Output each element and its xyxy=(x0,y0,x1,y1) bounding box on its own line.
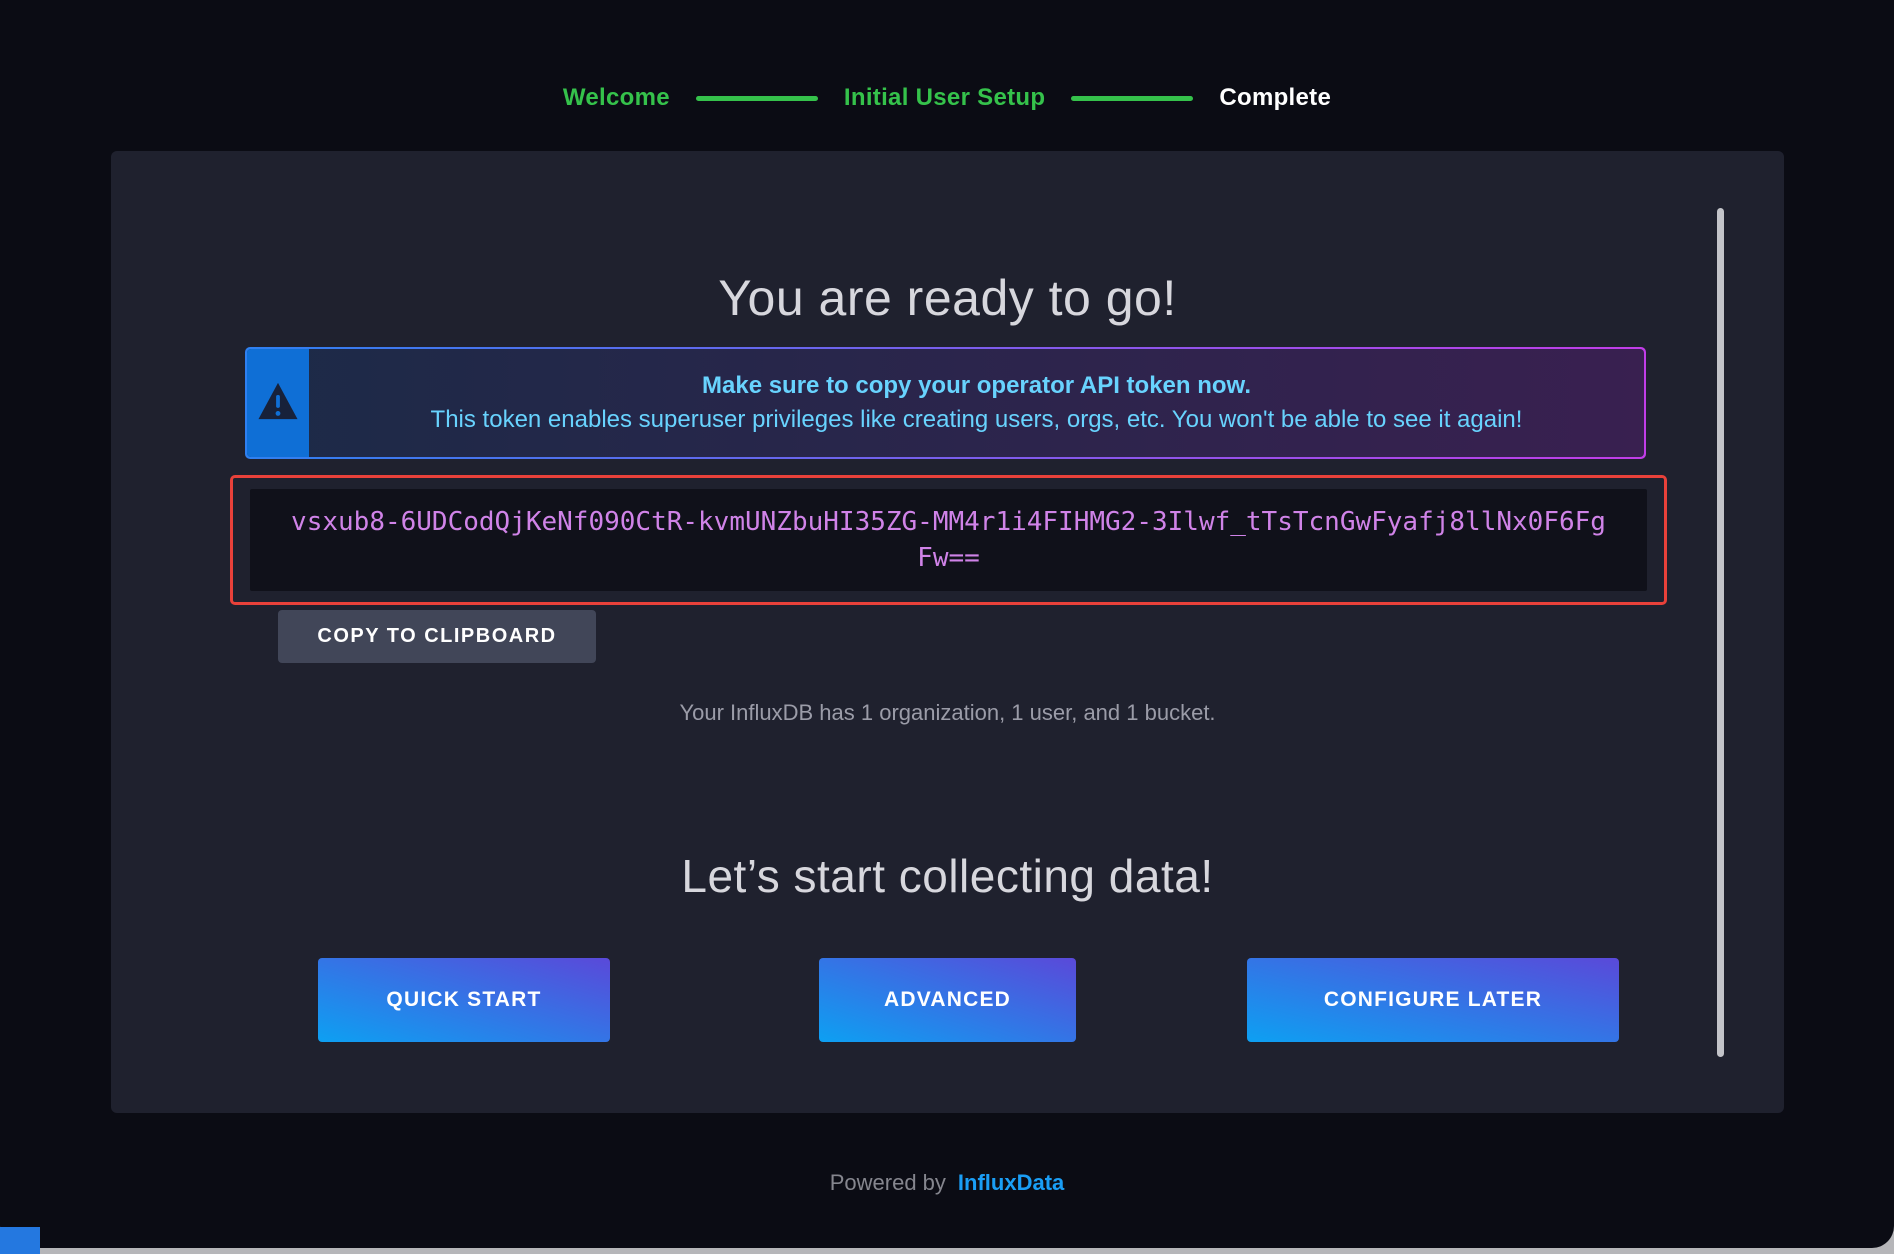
warning-text: Make sure to copy your operator API toke… xyxy=(309,349,1644,457)
onboarding-page: Welcome Initial User Setup Complete You … xyxy=(0,0,1894,1248)
completion-card: You are ready to go! Mak xyxy=(111,151,1784,1113)
step-connector-line xyxy=(696,96,818,101)
warning-icon-box xyxy=(247,349,309,457)
advanced-button[interactable]: ADVANCED xyxy=(819,958,1076,1042)
footer: Powered by InfluxData xyxy=(0,1170,1894,1196)
warning-headline: Make sure to copy your operator API toke… xyxy=(702,372,1251,400)
exclamation-triangle-icon xyxy=(257,382,299,425)
vertical-scrollbar-thumb[interactable] xyxy=(1717,208,1724,1057)
api-token-warning-banner: Make sure to copy your operator API toke… xyxy=(245,347,1646,459)
warning-description: This token enables superuser privileges … xyxy=(431,406,1523,434)
step-connector-line xyxy=(1071,96,1193,101)
quick-start-button[interactable]: QUICK START xyxy=(318,958,610,1042)
configure-later-button[interactable]: CONFIGURE LATER xyxy=(1247,958,1619,1042)
token-highlight-outline: vsxub8-6UDCodQjKeNf090CtR-kvmUNZbuHI35ZG… xyxy=(230,475,1667,605)
bottom-left-corner-accent xyxy=(0,1227,40,1254)
step-complete: Complete xyxy=(1219,84,1331,112)
resources-summary: Your InfluxDB has 1 organization, 1 user… xyxy=(111,700,1784,726)
screen: Welcome Initial User Setup Complete You … xyxy=(0,0,1894,1254)
api-token-box[interactable]: vsxub8-6UDCodQjKeNf090CtR-kvmUNZbuHI35ZG… xyxy=(250,489,1647,591)
page-title: You are ready to go! xyxy=(111,269,1784,327)
step-initial-user-setup: Initial User Setup xyxy=(844,84,1045,112)
copy-to-clipboard-button[interactable]: COPY TO CLIPBOARD xyxy=(278,610,596,663)
api-token-value[interactable]: vsxub8-6UDCodQjKeNf090CtR-kvmUNZbuHI35ZG… xyxy=(287,504,1610,576)
collect-data-heading: Let’s start collecting data! xyxy=(111,849,1784,903)
powered-by-label: Powered by xyxy=(830,1170,946,1196)
influxdata-brand-link[interactable]: InfluxData xyxy=(958,1170,1064,1196)
setup-stepper: Welcome Initial User Setup Complete xyxy=(0,84,1894,112)
step-welcome: Welcome xyxy=(563,84,670,112)
warning-banner-body: Make sure to copy your operator API toke… xyxy=(247,349,1644,457)
